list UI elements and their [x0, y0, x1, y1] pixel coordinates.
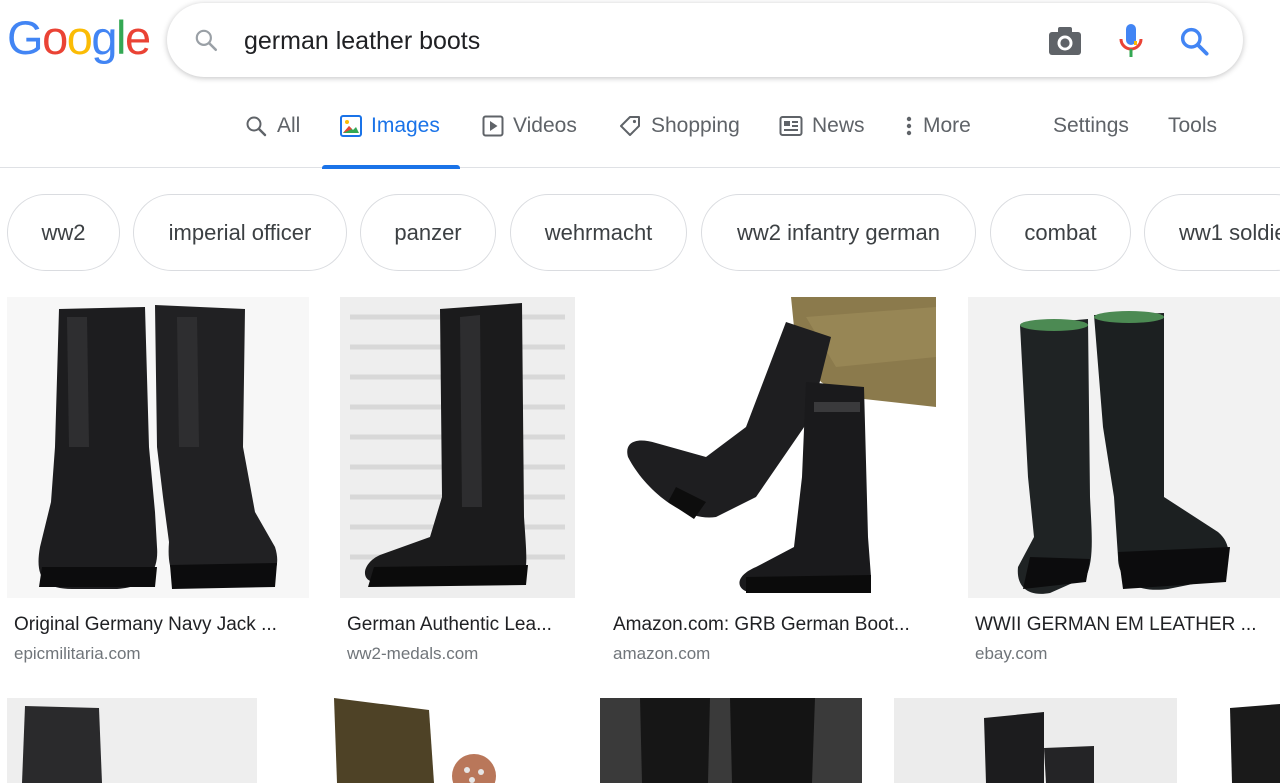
image-result-thumbnail[interactable] — [894, 698, 1177, 783]
search-submit-icon[interactable] — [1176, 23, 1212, 59]
more-vert-icon — [906, 116, 912, 136]
tools-link[interactable]: Tools — [1168, 84, 1217, 168]
logo-letter: l — [115, 11, 126, 64]
riding-boot-image — [340, 297, 575, 598]
boot-pair-image — [7, 297, 309, 598]
logo-letter: o — [42, 11, 68, 64]
boot-image — [600, 698, 862, 783]
result-thumbnail[interactable] — [968, 297, 1280, 598]
search-icon — [246, 116, 267, 137]
tab-label: All — [277, 114, 301, 137]
play-icon — [482, 115, 504, 137]
result-title[interactable]: Original Germany Navy Jack ... — [14, 614, 304, 636]
result-thumbnail[interactable] — [340, 297, 575, 598]
search-box — [167, 3, 1243, 77]
settings-link[interactable]: Settings — [1053, 84, 1129, 168]
boot-image — [984, 712, 1094, 783]
logo-letter: o — [66, 11, 93, 64]
boot-image — [334, 698, 496, 783]
image-result-thumbnail[interactable] — [289, 698, 569, 783]
tab-all[interactable]: All — [240, 84, 304, 168]
result-source[interactable]: epicmilitaria.com — [14, 644, 141, 664]
result-source[interactable]: ww2-medals.com — [347, 644, 478, 664]
chip[interactable]: panzer — [360, 194, 496, 271]
tab-news[interactable]: News — [775, 84, 869, 168]
search-input[interactable] — [244, 21, 1004, 61]
logo-letter: G — [7, 11, 44, 64]
microphone-icon[interactable] — [1113, 23, 1149, 59]
result-thumbnail[interactable] — [7, 297, 309, 598]
boot-pair-image — [968, 297, 1280, 598]
result-title[interactable]: WWII GERMAN EM LEATHER ... — [975, 614, 1275, 636]
header: Google — [0, 0, 1280, 84]
tag-icon — [620, 116, 640, 136]
image-result-thumbnail[interactable] — [1210, 698, 1280, 783]
result-title[interactable]: Amazon.com: GRB German Boot... — [613, 614, 933, 636]
result-thumbnail[interactable] — [606, 297, 936, 598]
image-result-thumbnail[interactable] — [7, 698, 257, 783]
result-source[interactable]: ebay.com — [975, 644, 1047, 664]
image-icon — [340, 115, 362, 137]
tab-label: More — [923, 114, 971, 137]
result-title[interactable]: German Authentic Lea... — [347, 614, 575, 636]
tab-label: News — [812, 114, 865, 137]
logo-letter: g — [91, 11, 117, 64]
chip[interactable]: wehrmacht — [510, 194, 687, 271]
chip[interactable]: ww2 infantry german — [701, 194, 976, 271]
tab-more[interactable]: More — [900, 84, 975, 168]
chip[interactable]: ww1 soldie — [1144, 194, 1280, 271]
tab-videos[interactable]: Videos — [478, 84, 581, 168]
related-searches-chips: ww2 imperial officer panzer wehrmacht ww… — [0, 194, 1280, 272]
tab-label: Images — [371, 114, 440, 137]
result-source[interactable]: amazon.com — [613, 644, 710, 664]
tab-shopping[interactable]: Shopping — [614, 84, 744, 168]
boot-image — [1230, 704, 1280, 783]
tab-images[interactable]: Images — [322, 84, 460, 169]
logo-letter: e — [124, 11, 151, 64]
chip[interactable]: imperial officer — [133, 194, 347, 271]
search-tabs: All Images Videos Shopping News More Set… — [0, 84, 1280, 169]
camera-icon[interactable] — [1047, 23, 1083, 59]
image-result-thumbnail[interactable] — [600, 698, 862, 783]
newspaper-icon — [779, 116, 803, 136]
chip[interactable]: combat — [990, 194, 1131, 271]
google-logo[interactable]: Google — [7, 6, 151, 70]
boot-image — [22, 706, 102, 783]
boots-on-legs-image — [606, 297, 936, 598]
tab-label: Videos — [513, 114, 577, 137]
chip[interactable]: ww2 — [7, 194, 120, 271]
search-icon — [193, 27, 219, 58]
tab-label: Shopping — [651, 114, 740, 137]
